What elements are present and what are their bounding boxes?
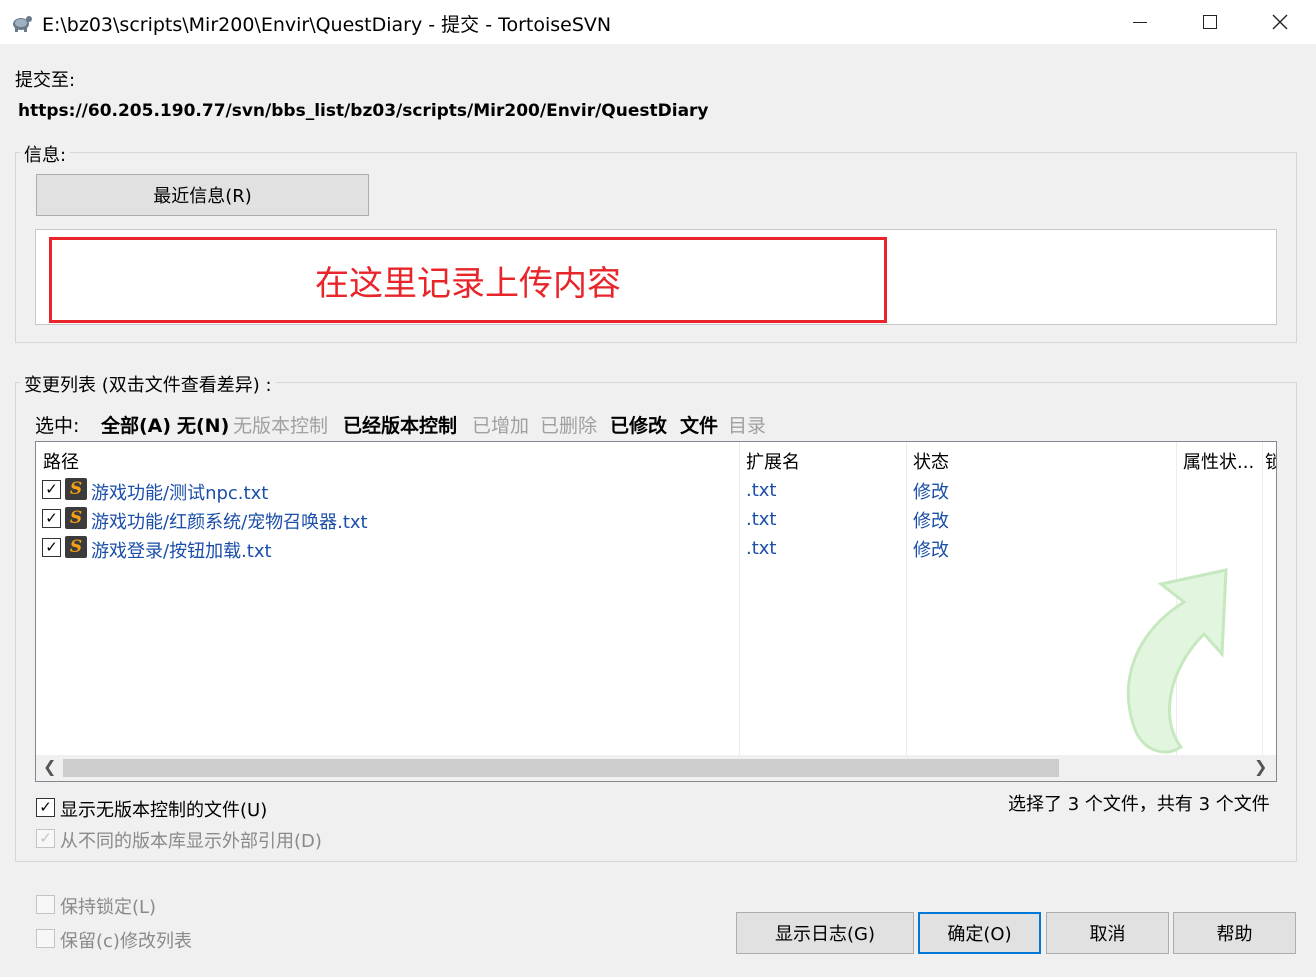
file-extension: .txt xyxy=(746,538,777,559)
filter-files[interactable]: 文件 xyxy=(680,411,718,438)
filter-none[interactable]: 无(N) xyxy=(177,411,229,438)
table-row[interactable]: ✓ S 游戏登录/按钮加载.txt .txt 修改 xyxy=(36,533,1276,562)
commit-url: https://60.205.190.77/svn/bbs_list/bz03/… xyxy=(18,101,709,121)
maximize-icon xyxy=(1203,15,1217,29)
keep-changelists-label: 保留(c)修改列表 xyxy=(60,931,192,952)
file-status: 修改 xyxy=(913,540,949,561)
table-row[interactable]: ✓ S 游戏功能/红颜系统/宠物召唤器.txt .txt 修改 xyxy=(36,504,1276,533)
sublime-file-icon: S xyxy=(65,507,87,529)
filter-added: 已增加 xyxy=(472,415,530,437)
scroll-right-icon[interactable]: ❯ xyxy=(1254,757,1267,776)
file-status: 修改 xyxy=(913,511,949,532)
recent-messages-button[interactable]: 最近信息(R) xyxy=(36,174,369,216)
selection-summary: 选择了 3 个文件，共有 3 个文件 xyxy=(1008,794,1270,815)
filter-deleted: 已删除 xyxy=(540,415,598,437)
file-path: 游戏登录/按钮加载.txt xyxy=(91,541,272,562)
row-checkbox[interactable]: ✓ xyxy=(42,538,61,557)
file-path: 游戏功能/红颜系统/宠物召唤器.txt xyxy=(91,512,368,533)
table-row[interactable]: ✓ S 游戏功能/测试npc.txt .txt 修改 xyxy=(36,475,1276,504)
column-header-path[interactable]: 路径 xyxy=(43,448,79,474)
row-checkbox[interactable]: ✓ xyxy=(42,480,61,499)
show-externals-checkbox: ✓ xyxy=(36,829,55,848)
horizontal-scrollbar[interactable]: ❮ ❯ xyxy=(36,755,1276,781)
show-unversioned-checkbox[interactable]: ✓ xyxy=(36,798,55,817)
filter-directories: 目录 xyxy=(728,415,767,437)
changes-group-label: 变更列表 (双击文件查看差异) : xyxy=(20,371,276,397)
keep-locks-checkbox xyxy=(36,895,55,914)
maximize-button[interactable] xyxy=(1175,0,1245,44)
close-icon xyxy=(1272,14,1288,30)
window-title: E:\bz03\scripts\Mir200\Envir\QuestDiary … xyxy=(42,14,612,36)
show-log-button[interactable]: 显示日志(G) xyxy=(736,912,914,954)
annotation-box: 在这里记录上传内容 xyxy=(49,237,887,323)
commit-arrow-watermark-icon xyxy=(1126,568,1228,754)
commit-to-label: 提交至: xyxy=(15,70,76,91)
show-unversioned-label: 显示无版本控制的文件(U) xyxy=(60,800,268,821)
column-header-property-status[interactable]: 属性状... xyxy=(1183,448,1254,474)
file-extension: .txt xyxy=(746,480,777,501)
ok-button[interactable]: 确定(O) xyxy=(918,912,1041,954)
help-button[interactable]: 帮助 xyxy=(1173,912,1296,954)
show-externals-label: 从不同的版本库显示外部引用(D) xyxy=(60,831,322,852)
sublime-file-icon: S xyxy=(65,478,87,500)
row-checkbox[interactable]: ✓ xyxy=(42,509,61,528)
message-group-label: 信息: xyxy=(20,141,71,167)
keep-locks-label: 保持锁定(L) xyxy=(60,897,157,918)
column-header-status[interactable]: 状态 xyxy=(913,448,949,474)
minimize-icon xyxy=(1133,21,1147,23)
close-button[interactable] xyxy=(1245,0,1315,44)
sublime-file-icon: S xyxy=(65,536,87,558)
cancel-button[interactable]: 取消 xyxy=(1046,912,1169,954)
minimize-button[interactable] xyxy=(1105,0,1175,44)
file-extension: .txt xyxy=(746,509,777,530)
keep-changelists-checkbox xyxy=(36,929,55,948)
changes-list[interactable]: 路径 扩展名 状态 属性状... 锁 ✓ S 游戏功能/测试npc.txt .t… xyxy=(35,441,1277,782)
file-status: 修改 xyxy=(913,482,949,503)
file-path: 游戏功能/测试npc.txt xyxy=(91,483,269,504)
filter-modified[interactable]: 已修改 xyxy=(610,411,667,438)
filter-all[interactable]: 全部(A) xyxy=(101,411,171,438)
column-header-extension[interactable]: 扩展名 xyxy=(746,448,800,474)
annotation-text: 在这里记录上传内容 xyxy=(315,263,621,304)
column-header-lock[interactable]: 锁 xyxy=(1265,448,1276,474)
select-label: 选中: xyxy=(35,415,80,437)
scroll-left-icon[interactable]: ❮ xyxy=(43,757,56,776)
tortoisesvn-logo-icon xyxy=(10,10,34,34)
scrollbar-thumb[interactable] xyxy=(63,759,1059,777)
filter-versioned[interactable]: 已经版本控制 xyxy=(343,411,457,438)
filter-unversioned: 无版本控制 xyxy=(233,415,329,437)
